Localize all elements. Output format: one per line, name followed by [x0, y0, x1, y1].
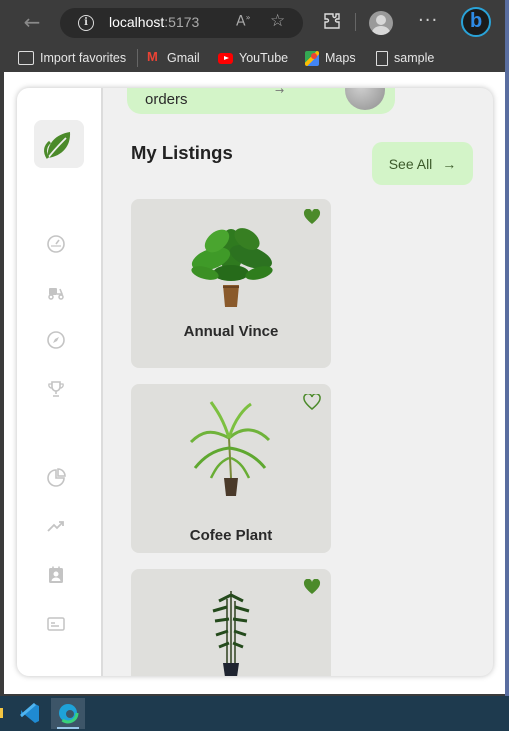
youtube-icon	[218, 52, 233, 64]
add-favorite-icon[interactable]: ☆	[270, 11, 285, 31]
favorite-heart-icon[interactable]	[303, 579, 321, 595]
logo[interactable]	[34, 120, 84, 168]
site-info-icon[interactable]: i	[78, 15, 94, 31]
bing-chat-icon[interactable]: b	[461, 7, 491, 37]
banner-decor-stone	[345, 88, 385, 110]
url-port: :5173	[164, 14, 200, 30]
browser-toolbar: ← i localhost:5173 A» ☆ ··· b	[0, 0, 505, 44]
favorite-youtube[interactable]: YouTube	[218, 48, 288, 68]
gmail-icon	[147, 49, 161, 64]
taskbar	[0, 696, 509, 731]
url-text: localhost:5173	[109, 14, 199, 30]
toolbar-divider	[355, 13, 356, 31]
listing-card[interactable]	[131, 569, 331, 676]
favorite-sample[interactable]: sample	[376, 48, 434, 68]
vscode-icon[interactable]	[13, 698, 47, 729]
plant-image	[171, 583, 291, 676]
listing-card[interactable]: Annual Vince	[131, 199, 331, 368]
favorite-label: YouTube	[239, 51, 289, 65]
sidebar	[17, 88, 103, 676]
orders-banner[interactable]: orders →	[127, 88, 395, 114]
app-container: orders → My Listings See All → Annual Vi…	[17, 88, 493, 676]
section-title: My Listings	[131, 142, 233, 163]
leaf-icon	[44, 132, 71, 159]
listing-name: Annual Vince	[183, 323, 279, 340]
listing-card[interactable]: Cofee Plant	[131, 384, 331, 553]
more-menu-icon[interactable]: ···	[418, 10, 438, 31]
trophy-icon[interactable]	[46, 379, 66, 399]
favorite-label: Gmail	[167, 51, 200, 65]
plant-image	[171, 398, 291, 498]
main-content: orders → My Listings See All → Annual Vi…	[103, 88, 493, 676]
maps-icon	[305, 50, 319, 66]
back-arrow-icon[interactable]: ←	[20, 10, 44, 34]
favorite-import[interactable]: Import favorites	[18, 48, 126, 68]
billing-card-icon[interactable]	[46, 614, 66, 634]
favorite-maps[interactable]: Maps	[305, 48, 356, 68]
address-bar[interactable]: i localhost:5173 A» ☆	[60, 8, 303, 38]
favorites-bar: Import favorites Gmail YouTube Maps samp…	[0, 44, 505, 72]
delivery-scooter-icon[interactable]	[46, 282, 66, 302]
favorite-heart-icon[interactable]	[303, 394, 321, 410]
page-icon	[376, 50, 388, 66]
favorite-label: sample	[394, 51, 435, 65]
profile-avatar[interactable]	[369, 11, 393, 35]
favorite-label: Maps	[325, 51, 356, 65]
favorite-gmail[interactable]: Gmail	[147, 48, 200, 68]
page-viewport: orders → My Listings See All → Annual Vi…	[4, 72, 505, 694]
plant-image	[171, 211, 291, 311]
favorite-heart-icon[interactable]	[303, 209, 321, 225]
edge-browser-icon[interactable]	[51, 698, 85, 729]
taskbar-edge-indicator	[0, 708, 3, 718]
url-host: localhost	[109, 14, 165, 30]
orders-banner-text: orders	[145, 91, 188, 108]
see-all-label: See All	[388, 155, 433, 172]
pie-chart-icon[interactable]	[46, 468, 66, 488]
trending-up-icon[interactable]	[46, 516, 66, 536]
arrow-right-icon: →	[442, 155, 457, 172]
browser-window: ← i localhost:5173 A» ☆ ··· b Import fav…	[0, 0, 509, 696]
see-all-button[interactable]: See All →	[372, 142, 473, 185]
arrow-right-icon: →	[275, 88, 285, 97]
favorite-label: Import favorites	[40, 51, 127, 65]
extensions-icon[interactable]	[322, 11, 342, 31]
listing-name: Cofee Plant	[189, 527, 273, 544]
import-icon	[18, 51, 34, 65]
speedometer-icon[interactable]	[46, 234, 66, 254]
read-aloud-icon[interactable]: A»	[236, 13, 250, 30]
contact-card-icon[interactable]	[46, 565, 66, 585]
compass-icon[interactable]	[46, 330, 66, 350]
favorites-divider	[137, 49, 138, 67]
